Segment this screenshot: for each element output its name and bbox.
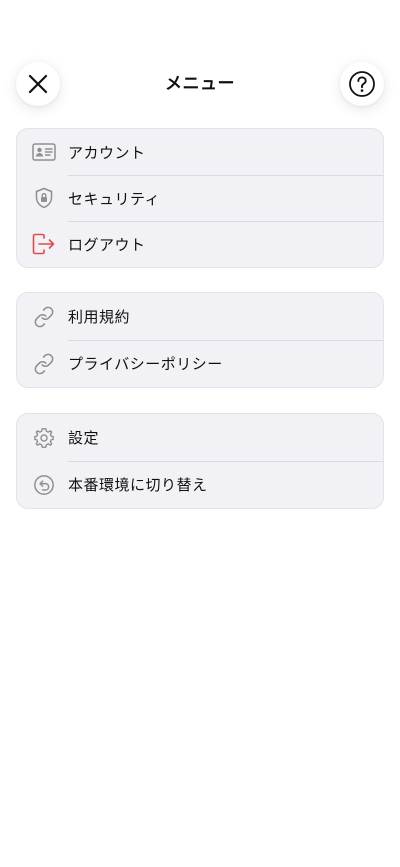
help-circle-icon — [348, 70, 376, 98]
menu-group-account: アカウント セキュリティ ログアウト — [16, 128, 384, 268]
logout-icon — [32, 232, 56, 256]
menu-item-security[interactable]: セキュリティ — [17, 175, 383, 221]
shield-lock-icon — [32, 186, 56, 210]
menu-item-logout[interactable]: ログアウト — [17, 221, 383, 267]
help-button[interactable] — [340, 62, 384, 106]
menu-item-label: セキュリティ — [68, 189, 161, 208]
gear-icon — [32, 426, 56, 450]
link-icon — [32, 305, 56, 329]
id-card-icon — [32, 140, 56, 164]
menu-item-account[interactable]: アカウント — [17, 129, 383, 175]
menu-item-label: プライバシーポリシー — [68, 355, 223, 373]
menu-item-label: 利用規約 — [68, 308, 131, 326]
menu-item-privacy-policy[interactable]: プライバシーポリシー — [17, 340, 383, 387]
menu-item-label: 本番環境に切り替え — [68, 476, 208, 494]
menu-item-label: アカウント — [68, 143, 146, 162]
menu-item-terms[interactable]: 利用規約 — [17, 293, 383, 340]
menu-group-settings: 設定 本番環境に切り替え — [16, 413, 384, 509]
link-icon — [32, 352, 56, 376]
menu-group-legal: 利用規約 プライバシーポリシー — [16, 292, 384, 388]
menu-item-settings[interactable]: 設定 — [17, 414, 383, 461]
header: メニュー — [0, 62, 400, 108]
undo-circle-icon — [32, 473, 56, 497]
menu-item-label: ログアウト — [68, 235, 146, 254]
menu-item-label: 設定 — [68, 429, 100, 447]
menu-item-switch-environment[interactable]: 本番環境に切り替え — [17, 461, 383, 508]
